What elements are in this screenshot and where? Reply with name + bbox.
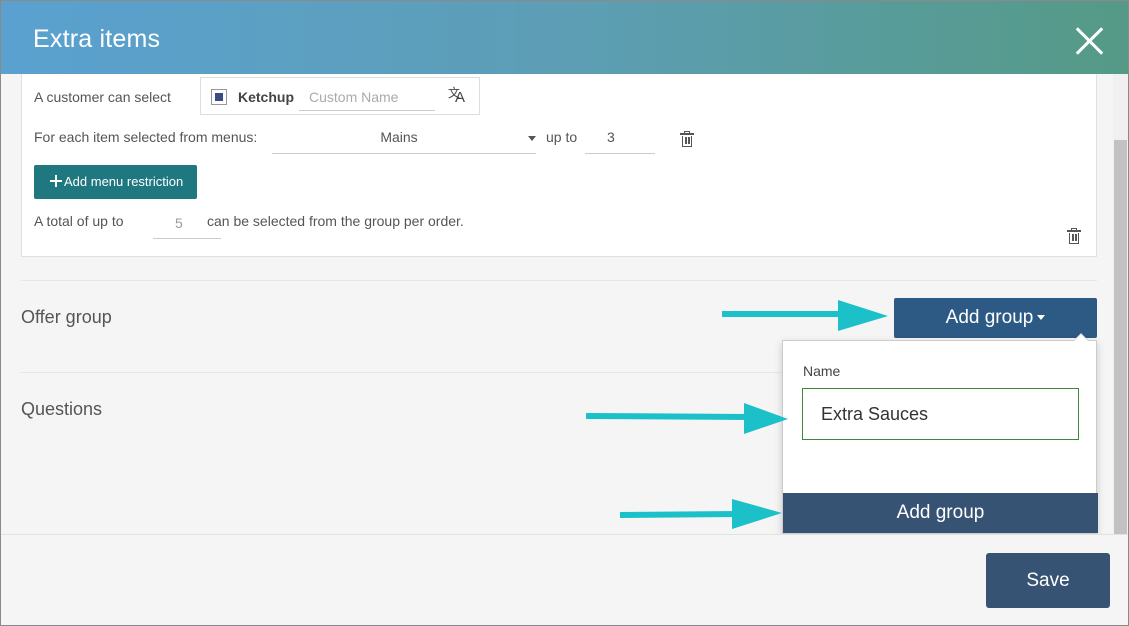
item-checkbox[interactable] [211,89,227,105]
close-icon[interactable] [1073,25,1105,57]
total-suffix-label: can be selected from the group per order… [207,213,464,229]
plus-icon [50,175,62,187]
save-button[interactable]: Save [986,553,1110,608]
offer-group-title: Offer group [21,307,112,327]
scrollbar-thumb[interactable] [1114,140,1127,534]
arrow-right-icon [585,403,788,434]
group-name-label: Name [803,363,841,379]
arrow-right-icon [619,499,782,529]
arrow-right-icon [722,300,888,331]
add-group-label: Add group [945,307,1034,328]
menu-select-value: Mains [380,129,418,145]
modal-header: Extra items [1,1,1128,74]
add-group-dropdown-button[interactable]: Add group [894,298,1097,338]
for-each-label: For each item selected from menus: [34,129,258,145]
add-menu-restriction-label: Add menu restriction [64,174,184,189]
item-option: Ketchup 文A [200,77,480,115]
customer-can-select-label: A customer can select [34,89,171,105]
up-to-input[interactable]: 3 [585,120,655,154]
add-group-dropdown: Name Add group [782,333,1098,534]
up-to-label: up to [546,129,578,145]
caret-down-icon [1037,315,1046,321]
chevron-down-icon [528,136,536,141]
group-name-input[interactable] [802,388,1079,440]
total-prefix-label: A total of up to [34,213,124,229]
questions-title: Questions [21,399,103,419]
item-name: Ketchup [238,89,294,105]
trash-icon[interactable] [680,131,694,147]
modal-footer: Save [1,534,1128,625]
total-value: 5 [175,215,183,231]
menu-select[interactable]: Mains [272,120,536,154]
modal-title: Extra items [33,25,161,53]
extra-items-modal: Extra items A customer can select Ketchu… [0,0,1129,626]
trash-icon[interactable] [1067,228,1082,245]
add-group-submit-button[interactable]: Add group [783,493,1098,533]
translate-icon[interactable]: 文A [448,84,468,106]
restriction-card: A customer can select Ketchup 文A For eac… [21,74,1097,257]
modal-body: A customer can select Ketchup 文A For eac… [1,74,1128,534]
custom-name-input[interactable] [299,83,435,111]
up-to-value: 3 [607,129,615,145]
divider [21,280,1097,281]
add-menu-restriction-button[interactable]: Add menu restriction [34,165,197,199]
